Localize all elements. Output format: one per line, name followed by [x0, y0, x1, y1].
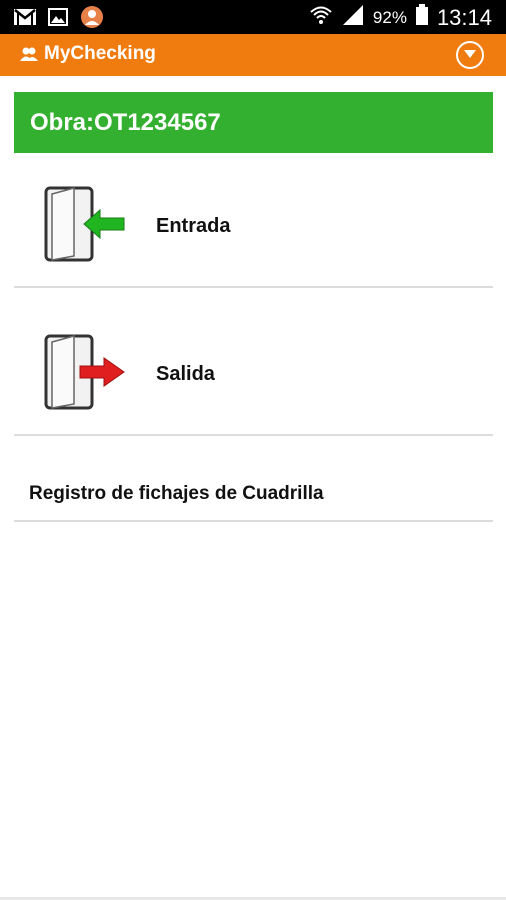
gmail-icon	[14, 8, 36, 31]
app-bar: MyChecking	[0, 34, 506, 76]
obra-label: Obra:OT1234567	[30, 109, 221, 136]
status-bar: 92% 13:14	[0, 0, 506, 34]
battery-icon	[415, 4, 429, 31]
clock: 13:14	[436, 4, 492, 30]
door-exit-icon	[44, 334, 126, 415]
dropdown-menu-button[interactable]	[456, 41, 484, 69]
battery-percent: 92%	[372, 7, 407, 27]
entrada-label: Entrada	[156, 215, 231, 237]
entrada-item[interactable]: Entrada	[14, 160, 493, 286]
gallery-icon	[48, 8, 68, 31]
obra-header: Obra:OT1234567	[14, 92, 493, 153]
door-enter-icon	[44, 186, 126, 267]
wifi-icon	[309, 4, 333, 31]
avatar-icon	[80, 5, 104, 34]
salida-item[interactable]: Salida	[14, 288, 493, 434]
salida-label: Salida	[156, 363, 215, 385]
chevron-down-icon	[463, 46, 477, 64]
divider	[14, 520, 493, 522]
registro-label: Registro de fichajes de Cuadrilla	[29, 483, 324, 504]
app-title: MyChecking	[44, 43, 156, 64]
registro-item[interactable]: Registro de fichajes de Cuadrilla	[14, 436, 493, 520]
people-logo-icon	[20, 46, 38, 67]
signal-icon	[341, 4, 365, 31]
